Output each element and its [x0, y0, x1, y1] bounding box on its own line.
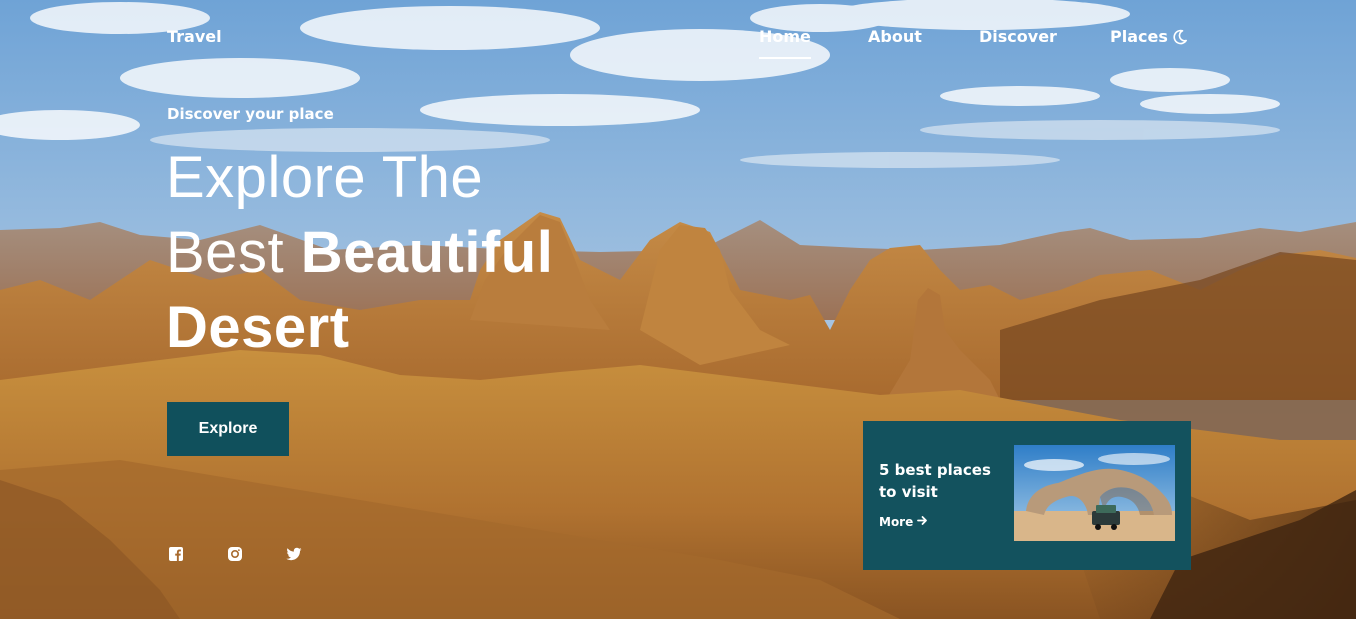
moon-icon[interactable] — [1172, 27, 1192, 47]
hero-subtitle: Discover your place — [167, 105, 334, 123]
facebook-icon[interactable] — [168, 546, 184, 562]
site-header: Travel Home About Discover Places — [0, 0, 1356, 70]
more-link[interactable]: More — [879, 515, 928, 529]
hero-title-line1: Explore The — [166, 145, 484, 210]
hero-title-regular: Best — [166, 220, 285, 285]
nav-about[interactable]: About — [868, 27, 922, 46]
hero-title: Explore The Best Beautiful Desert — [166, 140, 553, 365]
hero-title-line3: Desert — [166, 290, 553, 365]
nav-discover[interactable]: Discover — [979, 27, 1057, 46]
card-title: 5 best places to visit — [879, 461, 991, 501]
featured-card: 5 best places to visit More — [863, 421, 1191, 570]
logo[interactable]: Travel — [167, 27, 222, 46]
nav-places[interactable]: Places — [1110, 27, 1168, 46]
hero-title-line2: Best Beautiful — [166, 215, 553, 290]
explore-button[interactable]: Explore — [167, 402, 289, 456]
arrow-right-icon — [917, 515, 928, 529]
nav-home[interactable]: Home — [759, 27, 811, 59]
more-label: More — [879, 515, 914, 529]
hero-title-bold: Beautiful — [300, 220, 554, 285]
instagram-icon[interactable] — [227, 546, 243, 562]
hero-title-bold-desert: Desert — [166, 295, 350, 360]
card-image — [1014, 445, 1175, 541]
twitter-icon[interactable] — [286, 546, 302, 562]
